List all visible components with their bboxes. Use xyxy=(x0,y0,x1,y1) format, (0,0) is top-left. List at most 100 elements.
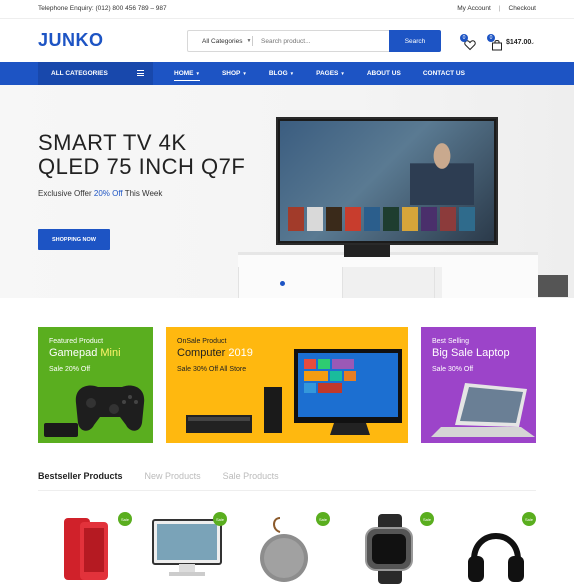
banner-kicker: Best Selling xyxy=(432,338,469,345)
chevron-down-icon[interactable]: ⌄ xyxy=(530,39,535,46)
slider-dot[interactable] xyxy=(280,281,285,286)
main-navigation: ALL CATEGORIES HOME ▼ SHOP ▼ BLOG ▼ PAGES ▼ … xyxy=(0,62,574,85)
nav-item-label: BLOG xyxy=(268,70,288,77)
hero-offer: Exclusive Offer 20% Off This Week xyxy=(38,189,162,198)
banner-gamepad[interactable]: Featured Product Gamepad Mini Sale 20% O… xyxy=(38,327,153,443)
monitor-icon xyxy=(152,519,222,576)
tab-sale-products[interactable]: Sale Products xyxy=(223,471,279,481)
product-tabs: Bestseller Products New Products Sale Pr… xyxy=(38,471,279,481)
banner-kicker: Featured Product xyxy=(49,338,104,345)
tv-person-image xyxy=(410,135,474,205)
smart-tv-image xyxy=(276,117,498,245)
sale-badge: Sale xyxy=(522,512,536,526)
chevron-down-icon: ▼ xyxy=(289,71,295,76)
all-categories-button[interactable]: ALL CATEGORIES xyxy=(38,62,153,85)
banner-title-text: Gamepad xyxy=(49,347,101,359)
tab-bestseller[interactable]: Bestseller Products xyxy=(38,471,123,481)
hero-offer-suffix: This Week xyxy=(122,189,163,198)
chevron-down-icon: ▼ xyxy=(242,71,247,76)
tv-screen xyxy=(280,121,494,241)
cart-button[interactable]: 0 xyxy=(487,34,503,51)
category-select[interactable]: All Categories ▼ xyxy=(188,38,252,45)
chevron-down-icon: ▼ xyxy=(246,38,252,44)
tv-cabinet-image xyxy=(238,252,538,298)
hero-title-line1: SMART TV 4K xyxy=(38,130,187,155)
soundbar-image xyxy=(538,275,568,297)
cart-total[interactable]: $147.00 xyxy=(506,39,531,46)
nav-menu: HOME ▼ SHOP ▼ BLOG ▼ PAGES ▼ ABOUT US CONTAC… xyxy=(174,62,487,85)
poster-image xyxy=(345,207,361,231)
site-header: JUNKO All Categories ▼ Search 0 0 $147.0… xyxy=(0,18,574,62)
banner-title-accent: Mini xyxy=(100,347,121,359)
sale-badge: Sale xyxy=(118,512,132,526)
speaker-icon xyxy=(260,517,308,582)
poster-image xyxy=(402,207,418,231)
wishlist-count-badge: 0 xyxy=(460,34,468,42)
search-bar: All Categories ▼ Search xyxy=(187,30,441,52)
my-account-link[interactable]: My Account xyxy=(457,5,491,12)
top-bar: Telephone Enquiry: (012) 800 456 789 – 9… xyxy=(0,0,574,18)
hero-offer-prefix: Exclusive Offer xyxy=(38,189,94,198)
nav-item-shop[interactable]: SHOP ▼ xyxy=(222,70,247,77)
product-card[interactable]: Sale xyxy=(145,510,235,584)
cabinet-door xyxy=(434,267,534,298)
top-links: My Account | Checkout xyxy=(457,5,536,12)
chevron-down-icon: ▼ xyxy=(340,71,345,76)
product-card[interactable]: Sale xyxy=(50,510,140,584)
nav-item-blog[interactable]: BLOG ▼ xyxy=(269,70,294,77)
wishlist-button[interactable]: 0 xyxy=(460,34,476,51)
product-card[interactable]: Sale xyxy=(352,510,442,584)
headphones-icon xyxy=(468,533,524,582)
poster-image xyxy=(364,207,380,231)
nav-item-home[interactable]: HOME ▼ xyxy=(174,70,200,81)
poster-image xyxy=(440,207,456,231)
telephone-enquiry: Telephone Enquiry: (012) 800 456 789 – 9… xyxy=(38,5,167,12)
search-divider xyxy=(252,36,253,46)
poster-image xyxy=(421,207,437,231)
nav-item-label: ABOUT US xyxy=(366,70,401,77)
poster-image xyxy=(459,207,475,231)
banner-sale: Sale 30% Off xyxy=(432,366,474,373)
search-button[interactable]: Search xyxy=(389,30,441,52)
tv-poster-row xyxy=(288,207,475,231)
hero-offer-highlight: 20% Off xyxy=(93,189,123,198)
nav-item-label: CONTACT US xyxy=(422,70,465,77)
product-card[interactable]: Sale xyxy=(248,510,338,584)
banner-laptop[interactable]: Best Selling Big Sale Laptop Sale 30% Of… xyxy=(421,327,536,443)
laptop-icon xyxy=(431,383,535,437)
sale-badge: Sale xyxy=(213,512,227,526)
category-select-value: All Categories xyxy=(202,37,243,45)
banner-title: Gamepad Mini xyxy=(49,347,121,359)
tv-stand-image xyxy=(344,245,390,257)
tabs-divider xyxy=(38,490,536,491)
nav-item-label: HOME xyxy=(174,70,194,77)
red-smartphone-icon xyxy=(64,518,108,580)
product-card[interactable]: Sale xyxy=(454,510,544,584)
search-input[interactable] xyxy=(261,37,381,45)
chevron-down-icon: ▼ xyxy=(195,71,200,76)
nav-item-label: PAGES xyxy=(316,70,339,77)
logo[interactable]: JUNKO xyxy=(38,30,104,51)
all-categories-label: ALL CATEGORIES xyxy=(51,70,108,77)
smartwatch-icon xyxy=(365,514,413,584)
cart-count-badge: 0 xyxy=(487,34,495,42)
banner-sale: Sale 20% Off xyxy=(49,366,91,373)
nav-item-pages[interactable]: PAGES ▼ xyxy=(316,70,345,77)
banner-kicker: OnSale Product xyxy=(177,338,227,345)
cabinet-door xyxy=(238,267,338,298)
banner-title-text: Big Sale Laptop xyxy=(432,347,510,359)
tab-new-products[interactable]: New Products xyxy=(145,471,201,481)
nav-item-contact-us[interactable]: CONTACT US xyxy=(423,70,465,77)
poster-image xyxy=(288,207,304,231)
nav-item-label: SHOP xyxy=(221,70,241,77)
checkout-link[interactable]: Checkout xyxy=(509,5,536,12)
nav-item-about-us[interactable]: ABOUT US xyxy=(367,70,401,77)
hero-slider: SMART TV 4K QLED 75 INCH Q7F Exclusive O… xyxy=(0,85,574,298)
top-links-separator: | xyxy=(498,5,501,12)
shopping-now-button[interactable]: SHOPPING NOW xyxy=(38,229,110,250)
poster-image xyxy=(307,207,323,231)
hamburger-icon xyxy=(137,70,144,76)
banner-computer[interactable]: OnSale Product Computer 2019 Sale 30% Of… xyxy=(166,327,408,443)
desktop-computer-icon xyxy=(186,349,402,435)
sale-badge: Sale xyxy=(316,512,330,526)
